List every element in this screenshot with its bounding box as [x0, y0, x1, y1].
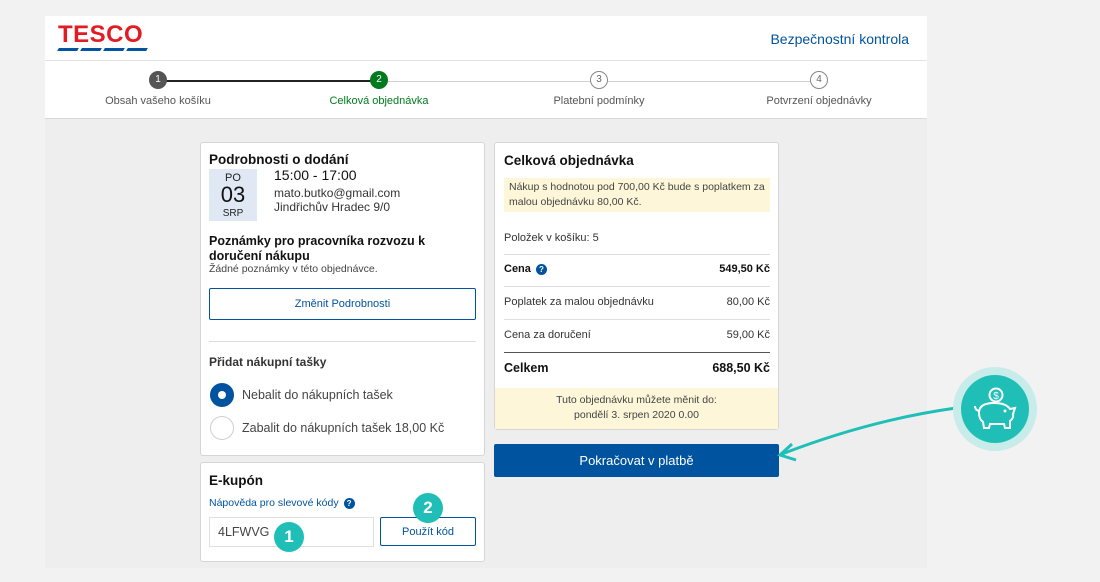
coupon-help-text: Nápověda pro slevové kódy: [209, 497, 339, 509]
items-count: 5: [592, 232, 599, 244]
coupon-title: E-kupón: [209, 473, 263, 488]
svg-text:$: $: [993, 391, 999, 402]
page-title: Bezpečnostní kontrola: [770, 31, 909, 47]
delivery-title: Podrobnosti o dodání: [209, 152, 349, 167]
step-cart: 1 Obsah vašeho košíku: [68, 71, 248, 107]
items-label: Položek v košíku:: [504, 232, 590, 244]
edit-deadline-line2: pondělí 3. srpen 2020 0.00: [574, 409, 699, 421]
edit-deadline-notice: Tuto objednávku můžete měnit do: pondělí…: [495, 388, 778, 429]
small-order-notice: Nákup s hodnotou pod 700,00 Kč bude s po…: [504, 178, 770, 212]
bag-option-no-bags[interactable]: Nebalit do nákupních tašek: [210, 383, 393, 407]
step-label: Obsah vašeho košíku: [105, 95, 211, 107]
delivery-time: 15:00 - 17:00: [274, 167, 357, 183]
divider: [504, 352, 770, 353]
radio-button[interactable]: [210, 383, 234, 407]
help-icon: ?: [343, 497, 355, 509]
step-number: 2: [370, 71, 388, 89]
step-label: Platební podmínky: [553, 95, 645, 107]
price-value: 549,50 Kč: [719, 263, 770, 275]
delivery-details-card: Podrobnosti o dodání PO 03 SRP 15:00 - 1…: [200, 142, 485, 456]
step-label: Potvrzení objednávky: [766, 95, 872, 107]
checkout-progress: 1 Obsah vašeho košíku 2 Celková objednáv…: [45, 61, 927, 119]
delivery-email: mato.butko@gmail.com: [274, 186, 401, 200]
step-number: 4: [810, 71, 828, 89]
small-order-fee-row: Poplatek za malou objednávku 80,00 Kč: [504, 296, 770, 308]
coupon-card: E-kupón Nápověda pro slevové kódy? Použí…: [200, 462, 485, 562]
price-row: Cena? 549,50 Kč: [504, 263, 770, 275]
order-summary-card: Celková objednávka Nákup s hodnotou pod …: [494, 142, 779, 430]
date-day: 03: [220, 182, 246, 207]
fee-label: Poplatek za malou objednávku: [504, 296, 654, 308]
divider: [209, 341, 476, 342]
bag-option-label: Zabalit do nákupních tašek 18,00 Kč: [242, 421, 445, 435]
total-row: Celkem 688,50 Kč: [504, 361, 770, 375]
delivery-fee-row: Cena za doručení 59,00 Kč: [504, 329, 770, 341]
piggy-bank-icon: $: [961, 375, 1029, 443]
notes-title: Poznámky pro pracovníka rozvozu k doruče…: [209, 234, 426, 263]
delivery-fee-label: Cena za doručení: [504, 329, 591, 341]
step-number: 1: [149, 71, 167, 89]
step-label: Celková objednávka: [329, 95, 429, 107]
help-icon[interactable]: ?: [535, 263, 547, 275]
date-month: SRP: [222, 208, 244, 219]
radio-button[interactable]: [210, 416, 234, 440]
coupon-help-link[interactable]: Nápověda pro slevové kódy?: [209, 497, 355, 509]
step-order-summary: 2 Celková objednávka: [289, 71, 469, 107]
divider: [504, 286, 770, 287]
delivery-fee-value: 59,00 Kč: [726, 329, 770, 341]
step-payment: 3 Platební podmínky: [509, 71, 689, 107]
items-count-row: Položek v košíku: 5: [504, 232, 599, 244]
callout-badge-1: 1: [274, 522, 304, 552]
bags-title: Přidat nákupní tašky: [209, 355, 327, 369]
logo-text: TESCO: [58, 21, 144, 48]
edit-deadline-line1: Tuto objednávku můžete měnit do:: [556, 394, 717, 406]
bag-option-with-bags[interactable]: Zabalit do nákupních tašek 18,00 Kč: [210, 416, 444, 440]
bag-option-label: Nebalit do nákupních tašek: [242, 388, 393, 402]
divider: [504, 254, 770, 255]
checkout-page: TESCO Bezpečnostní kontrola 1 Obsah vaše…: [45, 16, 927, 568]
header: TESCO Bezpečnostní kontrola: [45, 16, 927, 61]
callout-arrow-icon: [777, 406, 957, 462]
divider: [504, 319, 770, 320]
price-label: Cena: [504, 263, 531, 275]
notes-text: Žádné poznámky v této objednávce.: [209, 263, 378, 275]
continue-to-payment-button[interactable]: Pokračovat v platbě: [494, 444, 779, 477]
total-label: Celkem: [504, 361, 549, 375]
change-details-button[interactable]: Změnit Podrobnosti: [209, 288, 476, 320]
tesco-logo[interactable]: TESCO: [57, 21, 148, 51]
logo-stripes: [57, 48, 148, 51]
step-number: 3: [590, 71, 608, 89]
fee-value: 80,00 Kč: [726, 296, 770, 308]
delivery-address: Jindřichův Hradec 9/0: [274, 200, 391, 214]
summary-title: Celková objednávka: [504, 153, 634, 168]
total-value: 688,50 Kč: [712, 361, 770, 375]
delivery-date: PO 03 SRP: [209, 169, 257, 221]
callout-badge-2: 2: [413, 493, 443, 523]
step-confirmation: 4 Potvrzení objednávky: [729, 71, 909, 107]
